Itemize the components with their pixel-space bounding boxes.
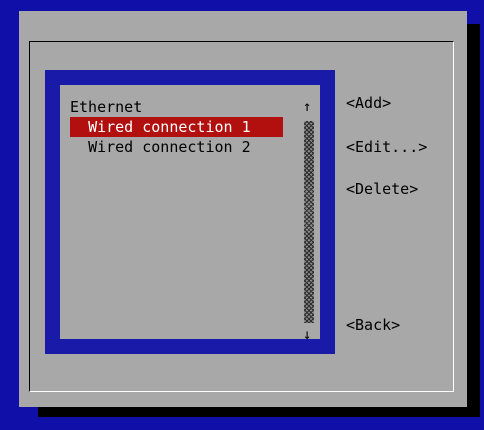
back-button[interactable]: <Back>: [346, 315, 400, 335]
delete-button[interactable]: <Delete>: [346, 179, 418, 199]
connection-dialog: Ethernet Wired connection 1 Wired connec…: [19, 11, 467, 407]
list-group-header-ethernet: Ethernet: [70, 98, 143, 116]
list-item-wired-connection-2[interactable]: Wired connection 2: [70, 137, 251, 157]
scroll-up-arrow-icon[interactable]: ↑: [303, 97, 311, 117]
connection-list-frame: Ethernet Wired connection 1 Wired connec…: [45, 70, 335, 354]
edit-button[interactable]: <Edit...>: [346, 137, 427, 157]
scrollbar-track[interactable]: [304, 121, 314, 323]
terminal-screen: Ethernet Wired connection 1 Wired connec…: [0, 0, 484, 430]
connection-list[interactable]: Ethernet Wired connection 1 Wired connec…: [60, 85, 320, 343]
add-button[interactable]: <Add>: [346, 93, 391, 113]
scroll-down-arrow-icon[interactable]: ↓: [303, 325, 311, 345]
list-item-label: Wired connection 2: [88, 138, 251, 156]
list-item-wired-connection-1[interactable]: Wired connection 1: [70, 117, 283, 137]
list-item-label: Wired connection 1: [88, 118, 251, 136]
connection-list-border: Ethernet Wired connection 1 Wired connec…: [50, 75, 330, 349]
